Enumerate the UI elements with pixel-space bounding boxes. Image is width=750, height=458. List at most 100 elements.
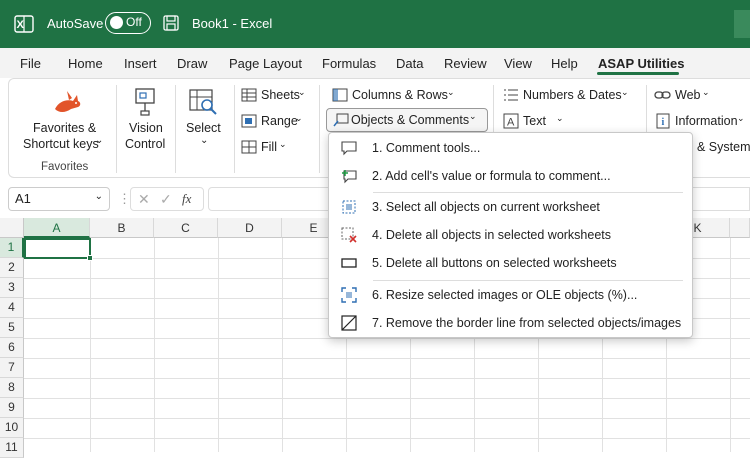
autosave-toggle[interactable]: Off <box>105 12 151 34</box>
sheets-button[interactable]: Sheets <box>261 88 300 102</box>
row-header[interactable]: 1 <box>0 238 24 258</box>
row-header[interactable]: 9 <box>0 398 24 418</box>
name-box[interactable]: A1 ⌄ <box>8 187 110 211</box>
menu-item-comment-tools[interactable]: 1. Comment tools... <box>329 135 692 161</box>
tab-formulas[interactable]: Formulas <box>322 56 376 71</box>
tab-data[interactable]: Data <box>396 56 423 71</box>
row-header[interactable]: 11 <box>0 438 24 458</box>
favorites-button-label-2[interactable]: Shortcut keys <box>23 137 99 151</box>
tab-insert[interactable]: Insert <box>124 56 157 71</box>
select-objects-icon <box>342 200 356 214</box>
svg-text:i: i <box>662 117 665 128</box>
tab-asap-utilities[interactable]: ASAP Utilities <box>598 56 684 71</box>
tab-help[interactable]: Help <box>551 56 578 71</box>
menu-item-delete-all-buttons[interactable]: 5. Delete all buttons on selected worksh… <box>329 250 692 276</box>
vision-control-label[interactable]: Vision <box>129 121 163 135</box>
cancel-icon[interactable]: ✕ <box>138 191 150 208</box>
menu-item-label: 4. Delete all objects in selected worksh… <box>372 228 612 242</box>
fill-handle[interactable] <box>87 255 93 261</box>
row-header[interactable]: 6 <box>0 338 24 358</box>
objects-comments-button[interactable]: Objects & Comments ⌄ <box>326 108 488 132</box>
group-divider <box>319 85 320 173</box>
save-icon[interactable] <box>163 15 179 31</box>
active-cell[interactable] <box>24 238 93 261</box>
menu-item-delete-all-objects[interactable]: 4. Delete all objects in selected worksh… <box>329 222 692 248</box>
columns-rows-icon <box>332 88 348 102</box>
menu-item-label: 2. Add cell's value or formula to commen… <box>372 169 611 183</box>
select-dropdown-icon[interactable]: ⌄ <box>200 135 208 146</box>
comment-add-icon <box>342 170 357 184</box>
web-link-icon <box>654 91 671 99</box>
columns-rows-button[interactable]: Columns & Rows <box>352 88 448 102</box>
favorites-button-label[interactable]: Favorites & <box>33 121 96 135</box>
objects-comments-label: Objects & Comments <box>351 113 470 127</box>
border-remove-icon <box>341 315 357 331</box>
column-header[interactable]: B <box>90 218 154 238</box>
chevron-down-icon: ⌄ <box>469 111 477 121</box>
group-divider <box>175 85 176 173</box>
svg-text:X: X <box>17 19 25 31</box>
comment-icon <box>341 141 357 156</box>
row-header[interactable]: 2 <box>0 258 24 278</box>
numbers-dates-button[interactable]: Numbers & Dates <box>523 88 622 102</box>
grid-line <box>24 378 750 379</box>
text-button[interactable]: Text <box>523 114 546 128</box>
column-header[interactable]: A <box>24 218 90 238</box>
range-icon <box>241 114 257 128</box>
menu-item-resize-images[interactable]: 6. Resize selected images or OLE objects… <box>329 282 692 308</box>
row-header[interactable]: 7 <box>0 358 24 378</box>
select-button-label[interactable]: Select <box>186 121 221 135</box>
column-header[interactable] <box>730 218 750 238</box>
menu-item-label: 1. Comment tools... <box>372 141 481 155</box>
range-button[interactable]: Range <box>261 114 298 128</box>
menu-item-label: 6. Resize selected images or OLE objects… <box>372 288 638 302</box>
tab-page-layout[interactable]: Page Layout <box>229 56 302 71</box>
menu-item-label: 3. Select all objects on current workshe… <box>372 200 600 214</box>
tab-view[interactable]: View <box>504 56 532 71</box>
delete-objects-icon <box>341 227 357 243</box>
vision-control-icon <box>135 88 155 116</box>
favorites-dropdown-icon[interactable]: ⌄ <box>95 135 103 146</box>
row-header[interactable]: 3 <box>0 278 24 298</box>
insert-function-icon[interactable]: fx <box>182 191 191 207</box>
column-header[interactable]: D <box>218 218 282 238</box>
group-divider <box>116 85 117 173</box>
resize-icon <box>341 287 357 303</box>
menu-item-remove-border-line[interactable]: 7. Remove the border line from selected … <box>329 310 692 336</box>
fill-button[interactable]: Fill <box>261 140 277 154</box>
row-header[interactable]: 4 <box>0 298 24 318</box>
chevron-down-icon: ⌄ <box>702 87 710 97</box>
web-button[interactable]: Web <box>675 88 700 102</box>
row-header[interactable]: 5 <box>0 318 24 338</box>
toggle-knob <box>110 16 123 29</box>
sheets-icon <box>241 88 257 102</box>
tab-file[interactable]: File <box>20 56 41 71</box>
menu-item-select-all-objects[interactable]: 3. Select all objects on current workshe… <box>329 194 692 220</box>
excel-logo-icon: X <box>14 15 34 33</box>
rabbit-favorites-icon <box>55 91 81 112</box>
grid-line <box>154 238 155 452</box>
formula-bar-buttons: ✕ ✓ fx <box>130 187 204 211</box>
vision-control-label-2[interactable]: Control <box>125 137 165 151</box>
grid-line <box>90 238 91 452</box>
menu-separator <box>373 192 683 193</box>
menu-item-add-value-to-comment[interactable]: 2. Add cell's value or formula to commen… <box>329 163 692 189</box>
system-button[interactable]: & System <box>697 140 750 154</box>
tab-home[interactable]: Home <box>68 56 103 71</box>
row-header[interactable]: 8 <box>0 378 24 398</box>
tab-draw[interactable]: Draw <box>177 56 207 71</box>
information-button[interactable]: Information <box>675 114 738 128</box>
row-header[interactable]: 10 <box>0 418 24 438</box>
enter-icon[interactable]: ✓ <box>160 191 172 208</box>
menu-separator <box>373 280 683 281</box>
title-bar: X AutoSave Off Book1 - Excel <box>0 0 750 48</box>
search-box[interactable] <box>734 10 750 38</box>
column-header[interactable]: C <box>154 218 218 238</box>
information-icon: i <box>656 113 670 129</box>
tab-review[interactable]: Review <box>444 56 487 71</box>
grid-line <box>730 238 731 452</box>
select-all-corner[interactable] <box>0 218 24 238</box>
name-box-value: A1 <box>15 191 31 206</box>
svg-text:A: A <box>507 117 515 129</box>
chevron-down-icon: ⌄ <box>447 87 455 97</box>
